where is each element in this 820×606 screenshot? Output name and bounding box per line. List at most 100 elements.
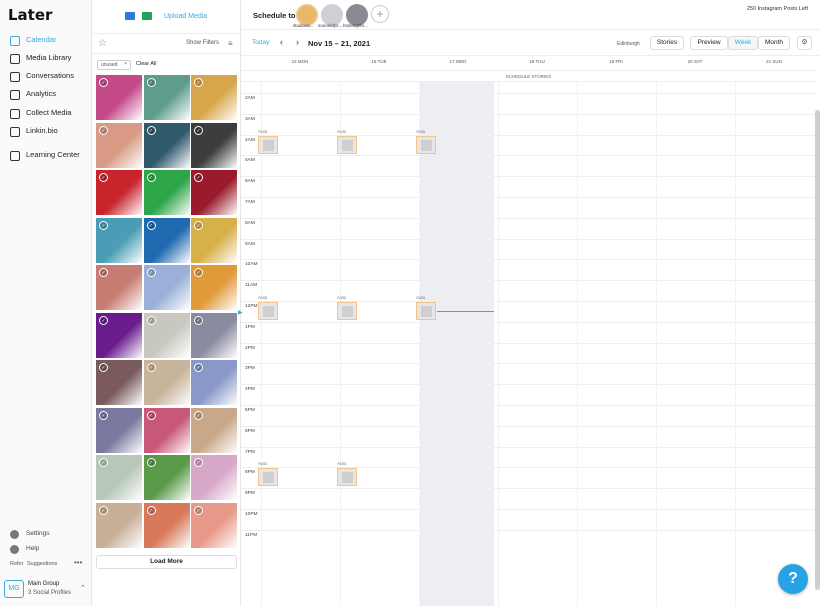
check-icon[interactable]: ✓ [146, 268, 156, 277]
later-logo[interactable]: Later [8, 6, 52, 24]
star-icon[interactable]: ☆ [98, 38, 107, 49]
check-icon[interactable]: ✓ [194, 173, 203, 182]
check-icon[interactable]: ✓ [146, 458, 156, 467]
upload-bar[interactable]: Upload Media [92, 0, 241, 34]
media-thumbnail[interactable]: ✓ [143, 502, 190, 548]
schedule-stories-row[interactable]: SCHEDULE STORIES [241, 70, 816, 82]
media-thumbnail[interactable]: ✓ [143, 75, 190, 120]
media-thumbnail[interactable]: ✓ [191, 122, 237, 168]
sidebar-item-settings[interactable]: Settings [0, 528, 92, 542]
week-view-button[interactable]: Week [728, 36, 758, 50]
check-icon[interactable]: ✓ [146, 173, 156, 182]
check-icon[interactable]: ✓ [146, 315, 156, 325]
scheduled-post[interactable] [337, 302, 357, 320]
check-icon[interactable]: ✓ [99, 505, 108, 515]
check-icon[interactable]: ✓ [194, 220, 203, 230]
month-view-button[interactable]: Month [758, 36, 790, 50]
scrollbar[interactable] [815, 110, 820, 590]
media-thumbnail[interactable]: ✓ [191, 265, 237, 310]
check-icon[interactable]: ✓ [99, 410, 108, 420]
check-icon[interactable]: ✓ [99, 315, 108, 325]
sidebar-item-help[interactable]: Help [0, 543, 92, 557]
sidebar-item-analytics[interactable]: Analytics [0, 87, 92, 105]
settings-icon[interactable]: ⚙ [797, 36, 812, 50]
media-thumbnail[interactable]: ✓ [191, 217, 237, 263]
media-thumbnail[interactable]: ✓ [191, 170, 237, 215]
scheduled-post[interactable] [416, 302, 436, 320]
check-icon[interactable]: ✓ [99, 220, 108, 230]
load-more-button[interactable]: Load More [96, 555, 237, 569]
check-icon[interactable]: ✓ [194, 458, 203, 467]
timezone-label[interactable]: Edinburgh [617, 41, 640, 47]
today-button[interactable]: Today [252, 39, 269, 46]
media-thumbnail[interactable]: ✓ [143, 455, 190, 500]
check-icon[interactable]: ✓ [146, 363, 156, 372]
check-icon[interactable]: ✓ [99, 268, 108, 277]
scheduled-post[interactable] [337, 135, 357, 154]
media-thumbnail[interactable]: ✓ [143, 407, 190, 453]
check-icon[interactable]: ✓ [146, 220, 156, 230]
media-thumbnail[interactable]: ✓ [96, 75, 142, 120]
media-thumbnail[interactable]: ✓ [143, 265, 190, 310]
media-thumbnail[interactable]: ✓ [96, 455, 142, 500]
clear-all-button[interactable]: Clear All [136, 61, 156, 67]
check-icon[interactable]: ✓ [99, 125, 108, 135]
chevron-right-icon[interactable]: › [296, 37, 299, 47]
media-thumbnail[interactable]: ✓ [143, 122, 190, 168]
sidebar-item-learning-center[interactable]: Learning Center [0, 148, 92, 166]
suggestions-link[interactable]: Suggestions [27, 561, 57, 567]
scheduled-post[interactable] [416, 135, 436, 154]
media-thumbnail[interactable]: ✓ [96, 122, 142, 168]
media-thumbnail[interactable]: ✓ [96, 360, 142, 405]
check-icon[interactable]: ✓ [194, 78, 203, 87]
media-thumbnail[interactable]: ✓ [96, 217, 142, 263]
media-thumbnail[interactable]: ✓ [143, 312, 190, 358]
check-icon[interactable]: ✓ [146, 410, 156, 420]
scheduled-post[interactable] [337, 468, 357, 487]
media-thumbnail[interactable]: ✓ [191, 75, 237, 120]
media-thumbnail[interactable]: ✓ [191, 360, 237, 405]
media-thumbnail[interactable]: ✓ [143, 170, 190, 215]
more-icon[interactable]: ••• [74, 558, 82, 567]
check-icon[interactable]: ✓ [146, 78, 156, 87]
scheduled-post[interactable] [258, 468, 278, 487]
media-thumbnail[interactable]: ✓ [96, 407, 142, 453]
check-icon[interactable]: ✓ [194, 315, 203, 325]
check-icon[interactable]: ✓ [99, 78, 108, 87]
media-thumbnail[interactable]: ✓ [143, 217, 190, 263]
show-filters-button[interactable]: Show Filters [186, 40, 219, 46]
stories-button[interactable]: Stories [650, 36, 684, 50]
check-icon[interactable]: ✓ [194, 410, 203, 420]
check-icon[interactable]: ✓ [99, 173, 108, 182]
media-thumbnail[interactable]: ✓ [96, 502, 142, 548]
refer-link[interactable]: Refer [10, 561, 23, 567]
media-thumbnail[interactable]: ✓ [191, 455, 237, 500]
check-icon[interactable]: ✓ [99, 458, 108, 467]
filter-chip[interactable]: unused × [97, 60, 131, 70]
sidebar-item-calendar[interactable]: Calendar [0, 33, 92, 51]
chevron-left-icon[interactable]: ‹ [280, 37, 283, 47]
media-thumbnail[interactable]: ✓ [96, 265, 142, 310]
media-thumbnail[interactable]: ✓ [191, 502, 237, 548]
media-thumbnail[interactable]: ✓ [191, 407, 237, 453]
sidebar-item-collect-media[interactable]: Collect Media [0, 106, 92, 124]
check-icon[interactable]: ✓ [194, 268, 203, 277]
check-icon[interactable]: ✓ [146, 125, 156, 135]
check-icon[interactable]: ✓ [146, 505, 156, 515]
media-thumbnail[interactable]: ✓ [96, 170, 142, 215]
check-icon[interactable]: ✓ [99, 363, 108, 372]
upload-media-button[interactable]: Upload Media [164, 13, 207, 20]
group-switcher[interactable]: MG Main Group 3 Social Profiles ⌃ [4, 580, 88, 600]
help-chat-button[interactable]: ? [778, 564, 808, 594]
check-icon[interactable]: ✓ [194, 363, 203, 372]
media-thumbnail[interactable]: ✓ [96, 312, 142, 358]
filter-icon[interactable]: ≡ [228, 39, 233, 48]
media-thumbnail[interactable]: ✓ [143, 360, 190, 405]
google-drive-icon[interactable] [142, 12, 152, 20]
close-icon[interactable]: × [124, 61, 127, 67]
scheduled-post[interactable] [258, 135, 278, 154]
sidebar-item-conversations[interactable]: Conversations [0, 69, 92, 87]
preview-button[interactable]: Preview [690, 36, 728, 50]
add-profile-button[interactable]: + [371, 5, 389, 23]
sidebar-item-linkin-bio[interactable]: Linkin.bio [0, 124, 92, 142]
